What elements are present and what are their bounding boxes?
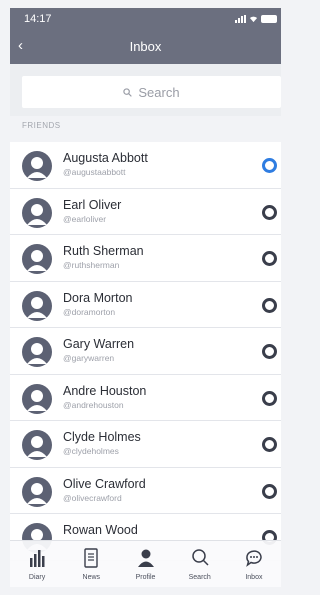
tab-inbox[interactable]: Inbox	[227, 541, 281, 587]
friend-list: Augusta Abbott @augustaabbott Earl Oliver @…	[10, 142, 281, 561]
friend-row[interactable]: Dora Morton @doramorton	[10, 281, 281, 328]
wifi-icon	[249, 16, 258, 23]
select-radio[interactable]	[262, 251, 277, 266]
header: 14:17 ‹ Inbox	[10, 8, 281, 64]
select-radio[interactable]	[262, 483, 277, 499]
select-radio[interactable]	[262, 297, 277, 313]
friend-row[interactable]: Clyde Holmes @clydeholmes	[10, 421, 281, 468]
select-radio[interactable]	[262, 344, 277, 359]
friend-handle: @olivecrawford	[63, 492, 122, 503]
tab-news[interactable]: News	[64, 541, 118, 587]
friend-name: Clyde Holmes	[63, 430, 141, 444]
search-icon	[123, 87, 133, 97]
friend-handle: @andrehouston	[63, 399, 124, 410]
avatar	[22, 476, 52, 507]
friend-name: Andre Houston	[63, 383, 147, 398]
friend-handle: @garywarren	[63, 353, 115, 363]
friend-handle: @clydeholmes	[63, 446, 119, 456]
friend-handle: @augustaabbott	[63, 167, 126, 177]
avatar	[22, 430, 52, 460]
tab-label: News	[82, 574, 101, 581]
friend-name: Earl Oliver	[63, 197, 122, 212]
friend-row[interactable]: Gary Warren @garywarren	[10, 328, 281, 375]
section-header-friends: FRIENDS	[22, 121, 61, 130]
status-bar: 14:17	[10, 8, 281, 30]
tab-diary[interactable]: Diary	[10, 541, 64, 587]
friend-row[interactable]: Earl Oliver @earloliver	[10, 188, 281, 235]
avatar	[22, 244, 52, 274]
select-radio[interactable]	[262, 390, 277, 406]
avatar	[22, 383, 52, 414]
friend-handle: @earloliver	[63, 213, 107, 224]
friend-handle: @doramorton	[63, 306, 116, 317]
nav-bar: ‹ Inbox	[10, 30, 281, 64]
select-radio[interactable]	[262, 437, 277, 452]
tab-label: Profile	[135, 574, 156, 581]
tab-label: Inbox	[245, 574, 263, 581]
search-placeholder: Search	[138, 84, 180, 100]
avatar	[22, 337, 52, 367]
avatar	[22, 151, 52, 181]
select-radio[interactable]	[262, 158, 277, 173]
friend-row[interactable]: Augusta Abbott @augustaabbott	[10, 142, 281, 189]
page-title: Inbox	[129, 39, 162, 54]
tab-search[interactable]: Search	[173, 541, 227, 587]
friend-row[interactable]: Ruth Sherman @ruthsherman	[10, 235, 281, 282]
friend-name: Gary Warren	[63, 337, 135, 351]
avatar	[22, 197, 52, 228]
friend-name: Ruth Sherman	[63, 244, 144, 258]
status-time: 14:17	[24, 13, 52, 25]
tab-label: Search	[188, 574, 211, 581]
select-radio[interactable]	[262, 204, 277, 220]
tab-bar: Diary News Profile Search Inbox	[10, 540, 281, 587]
friend-name: Olive Crawford	[63, 476, 146, 491]
tab-label: Diary	[28, 574, 46, 581]
avatar	[22, 290, 52, 321]
friend-name: Augusta Abbott	[63, 151, 148, 165]
tab-profile[interactable]: Profile	[118, 541, 172, 587]
friend-name: Dora Morton	[63, 290, 133, 305]
battery-icon	[261, 15, 277, 23]
search-area: Search	[10, 64, 281, 116]
signal-icon	[235, 15, 246, 23]
status-icons	[235, 14, 277, 23]
search-input[interactable]: Search	[22, 76, 281, 108]
friend-name: Rowan Wood	[63, 523, 138, 537]
friend-row[interactable]: Olive Crawford @olivecrawford	[10, 467, 281, 514]
friend-handle: @ruthsherman	[63, 260, 120, 270]
friend-row[interactable]: Andre Houston @andrehouston	[10, 374, 281, 421]
